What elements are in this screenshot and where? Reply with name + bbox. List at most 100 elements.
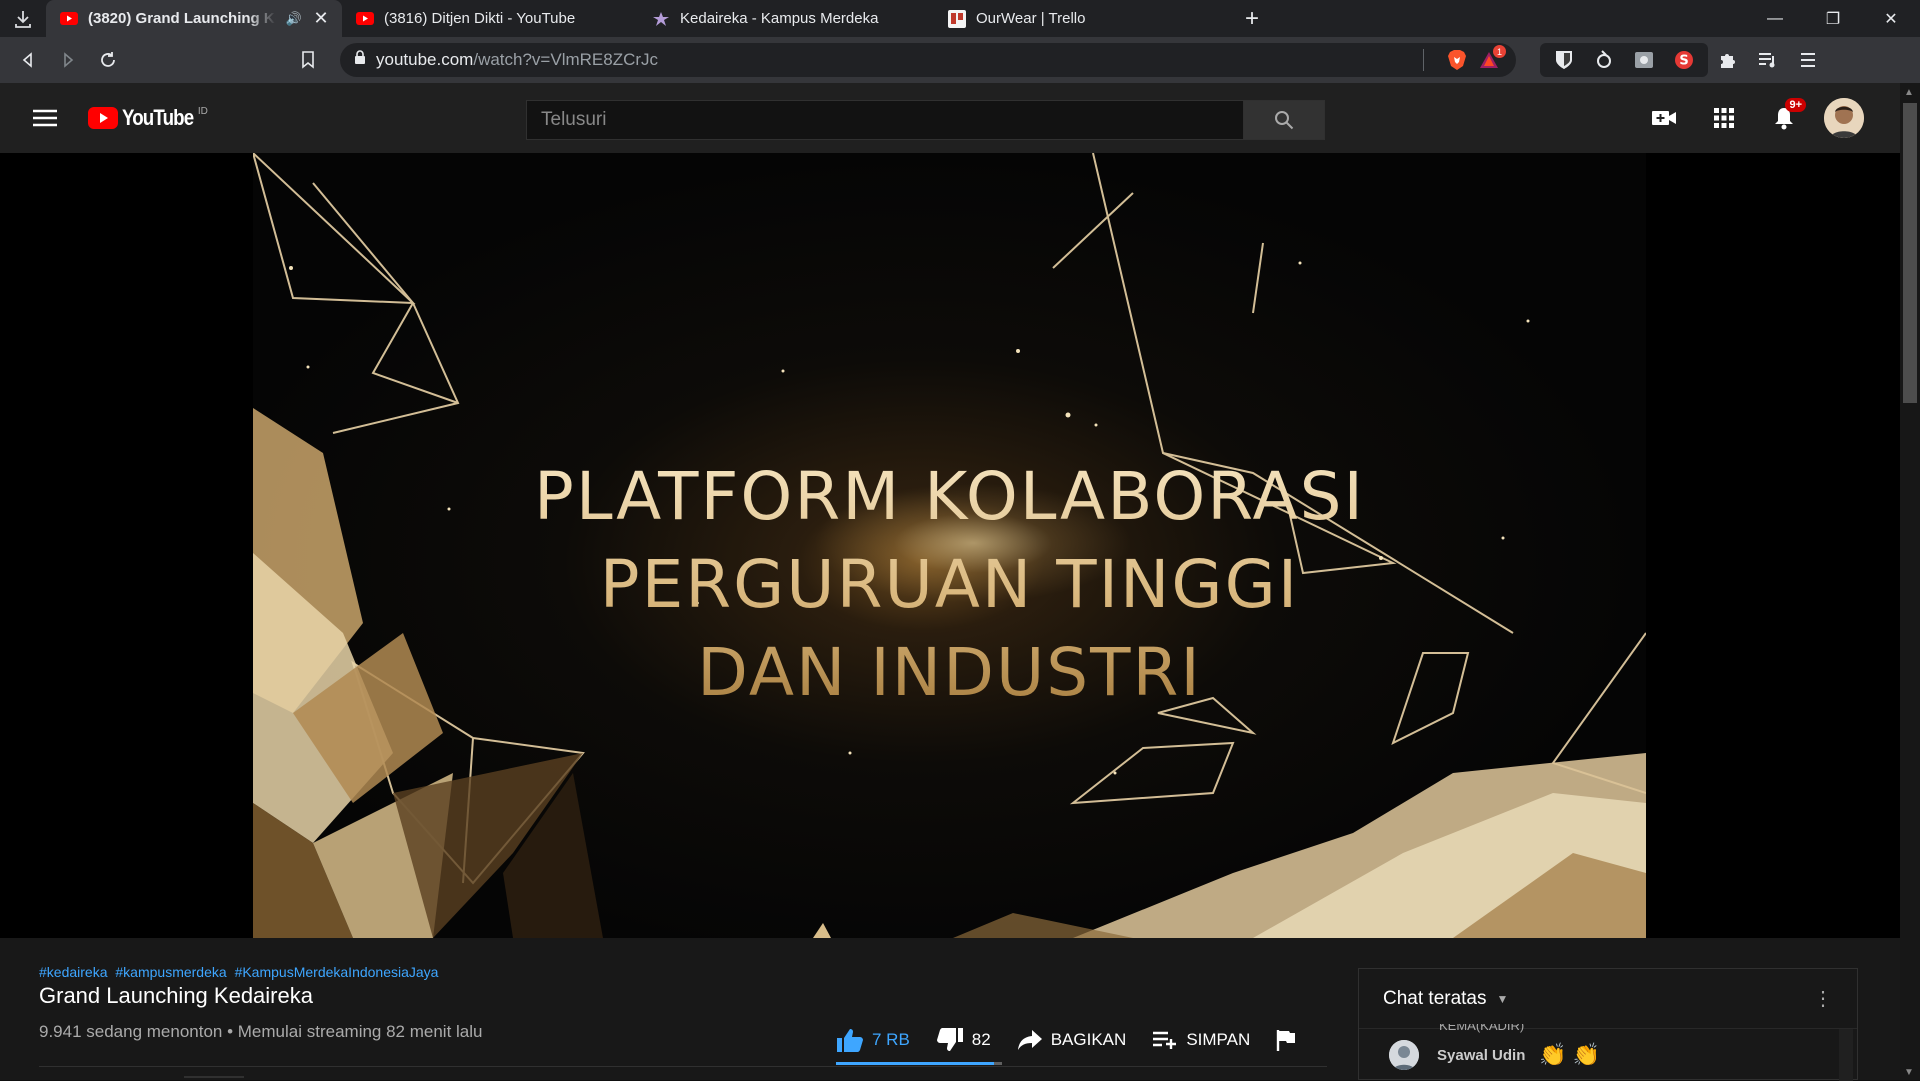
pinned-extensions: S <box>1540 43 1708 77</box>
like-ratio-fill <box>836 1062 994 1065</box>
tab-ditjen-dikti[interactable]: (3816) Ditjen Dikti - YouTube <box>342 0 638 37</box>
browser-menu-icon[interactable] <box>1788 43 1828 77</box>
scroll-up-icon[interactable]: ▲ <box>1904 87 1914 98</box>
new-tab-button[interactable]: + <box>1230 0 1274 37</box>
hashtag-link[interactable]: #KampusMerdekaIndonesiaJaya <box>235 964 439 980</box>
youtube-logo[interactable]: YouTube ID <box>88 105 208 131</box>
tab-grand-launching[interactable]: (3820) Grand Launching Kedaireka 🔊 ✕ <box>46 0 342 37</box>
window-controls: — ❐ ✕ <box>1746 0 1920 37</box>
chat-avatar[interactable] <box>1389 1040 1419 1070</box>
report-button[interactable] <box>1276 1029 1304 1051</box>
playlist-add-icon <box>1153 1031 1177 1049</box>
chat-mode-label[interactable]: Chat teratas <box>1383 988 1487 1010</box>
search-icon <box>1275 111 1294 130</box>
header-actions: 9+ <box>1634 98 1864 138</box>
flag-icon <box>1277 1030 1296 1051</box>
avatar[interactable] <box>1824 98 1864 138</box>
speaker-icon[interactable]: 🔊 <box>286 11 302 27</box>
address-bar[interactable]: youtube.com/watch?v=VlmRE8ZCrJc 1 <box>340 43 1516 77</box>
youtube-favicon-icon <box>60 12 78 26</box>
chevron-down-icon[interactable]: ▼ <box>1497 992 1509 1006</box>
create-video-button[interactable] <box>1634 98 1694 138</box>
dislike-count: 82 <box>971 1030 991 1049</box>
brave-shields-icon[interactable] <box>1444 47 1470 73</box>
brave-rewards-icon[interactable]: 1 <box>1476 45 1506 73</box>
extensions-puzzle-icon[interactable] <box>1708 43 1748 77</box>
svg-text:S: S <box>1679 54 1688 69</box>
browser-toolbar: youtube.com/watch?v=VlmRE8ZCrJc 1 S <box>0 37 1920 83</box>
page-scrollbar[interactable]: ▲ ▼ <box>1900 83 1920 1080</box>
notification-count-badge: 9+ <box>1785 98 1806 112</box>
chat-author[interactable]: Syawal Udin <box>1437 1047 1525 1064</box>
search-box <box>526 100 1325 140</box>
share-button[interactable]: BAGIKAN <box>1017 1029 1127 1051</box>
video-player[interactable]: PLATFORM KOLABORASI PERGURUAN TINGGI DAN… <box>0 153 1900 938</box>
thumbs-down-icon <box>936 1028 963 1051</box>
hashtags: #kedaireka #kampusmerdeka #KampusMerdeka… <box>39 964 442 980</box>
apps-grid-icon <box>1714 108 1734 128</box>
minimize-icon[interactable]: — <box>1746 0 1804 37</box>
chat-message: Syawal Udin 👏 👏 <box>1389 1040 1606 1070</box>
dislike-button[interactable]: 82 <box>936 1027 991 1053</box>
video-overlay-text: PLATFORM KOLABORASI PERGURUAN TINGGI DAN… <box>253 453 1646 717</box>
like-button[interactable]: 7 RB <box>836 1027 910 1053</box>
chat-header: Chat teratas ▼ ⋮ <box>1359 969 1857 1029</box>
youtube-header: YouTube ID 9+ <box>0 83 1920 153</box>
close-window-icon[interactable]: ✕ <box>1862 0 1920 37</box>
media-queue-icon[interactable] <box>1748 43 1788 77</box>
save-label: SIMPAN <box>1186 1030 1251 1049</box>
youtube-play-logo-icon <box>88 107 118 129</box>
video-camera-icon <box>1652 111 1676 125</box>
lock-icon[interactable] <box>354 50 366 70</box>
like-count: 7 RB <box>872 1030 910 1049</box>
youtube-favicon-icon <box>356 12 374 26</box>
video-meta: 9.941 sedang menonton • Memulai streamin… <box>39 1022 483 1041</box>
search-button[interactable] <box>1244 100 1325 140</box>
share-label: BAGIKAN <box>1050 1030 1127 1049</box>
hashtag-link[interactable]: #kampusmerdeka <box>115 964 226 980</box>
scrollbar-thumb[interactable] <box>1903 103 1917 403</box>
country-code: ID <box>197 105 208 117</box>
more-options-icon[interactable]: ⋮ <box>1813 986 1833 1011</box>
video-frame[interactable]: PLATFORM KOLABORASI PERGURUAN TINGGI DAN… <box>253 153 1646 938</box>
trello-favicon-icon <box>948 9 966 28</box>
overlay-line: PERGURUAN TINGGI <box>599 546 1300 623</box>
download-icon[interactable] <box>0 0 46 37</box>
video-actions: 7 RB 82 BAGIKAN SIMPAN <box>836 1020 1330 1060</box>
s-extension-icon[interactable]: S <box>1664 43 1704 77</box>
tab-title: (3820) Grand Launching Kedaireka <box>88 10 276 27</box>
chat-scrollbar[interactable] <box>1839 1029 1853 1081</box>
hashtag-link[interactable]: #kedaireka <box>39 964 108 980</box>
divider <box>39 1066 1327 1067</box>
browser-tab-strip: (3820) Grand Launching Kedaireka 🔊 ✕ (38… <box>0 0 1920 37</box>
tab-title: OurWear | Trello <box>976 10 1086 27</box>
tab-title: Kedaireka - Kampus Merdeka <box>680 10 879 27</box>
tab-kedaireka[interactable]: Kedaireka - Kampus Merdeka <box>638 0 934 37</box>
extension-window-icon[interactable] <box>1624 43 1664 77</box>
dark-reader-icon[interactable] <box>1584 43 1624 77</box>
divider <box>184 1076 244 1078</box>
scroll-down-icon[interactable]: ▼ <box>1904 1067 1914 1078</box>
chat-message-partial: KEMA(KADIR) <box>1439 1024 1525 1033</box>
thumbs-up-icon <box>837 1029 863 1052</box>
restore-icon[interactable]: ❐ <box>1804 0 1862 37</box>
url-text[interactable]: youtube.com/watch?v=VlmRE8ZCrJc <box>376 50 1409 70</box>
share-arrow-icon <box>1017 1030 1042 1050</box>
back-icon[interactable] <box>8 40 48 80</box>
close-tab-icon[interactable]: ✕ <box>312 8 330 29</box>
bitwarden-icon[interactable] <box>1544 43 1584 77</box>
guide-menu-icon[interactable] <box>30 103 60 133</box>
reload-icon[interactable] <box>88 40 128 80</box>
tab-trello[interactable]: OurWear | Trello <box>934 0 1230 37</box>
omnibox-divider <box>1423 49 1424 71</box>
save-button[interactable]: SIMPAN <box>1152 1030 1250 1050</box>
apps-grid-button[interactable] <box>1694 98 1754 138</box>
bookmark-icon[interactable] <box>288 40 328 80</box>
tab-title: (3816) Ditjen Dikti - YouTube <box>384 10 576 27</box>
video-title: Grand Launching Kedaireka <box>39 983 313 1008</box>
search-input[interactable] <box>526 100 1244 140</box>
forward-icon[interactable] <box>48 40 88 80</box>
like-ratio-bar <box>836 1062 1002 1065</box>
overlay-line: DAN INDUSTRI <box>697 634 1202 711</box>
notifications-button[interactable]: 9+ <box>1754 98 1814 138</box>
